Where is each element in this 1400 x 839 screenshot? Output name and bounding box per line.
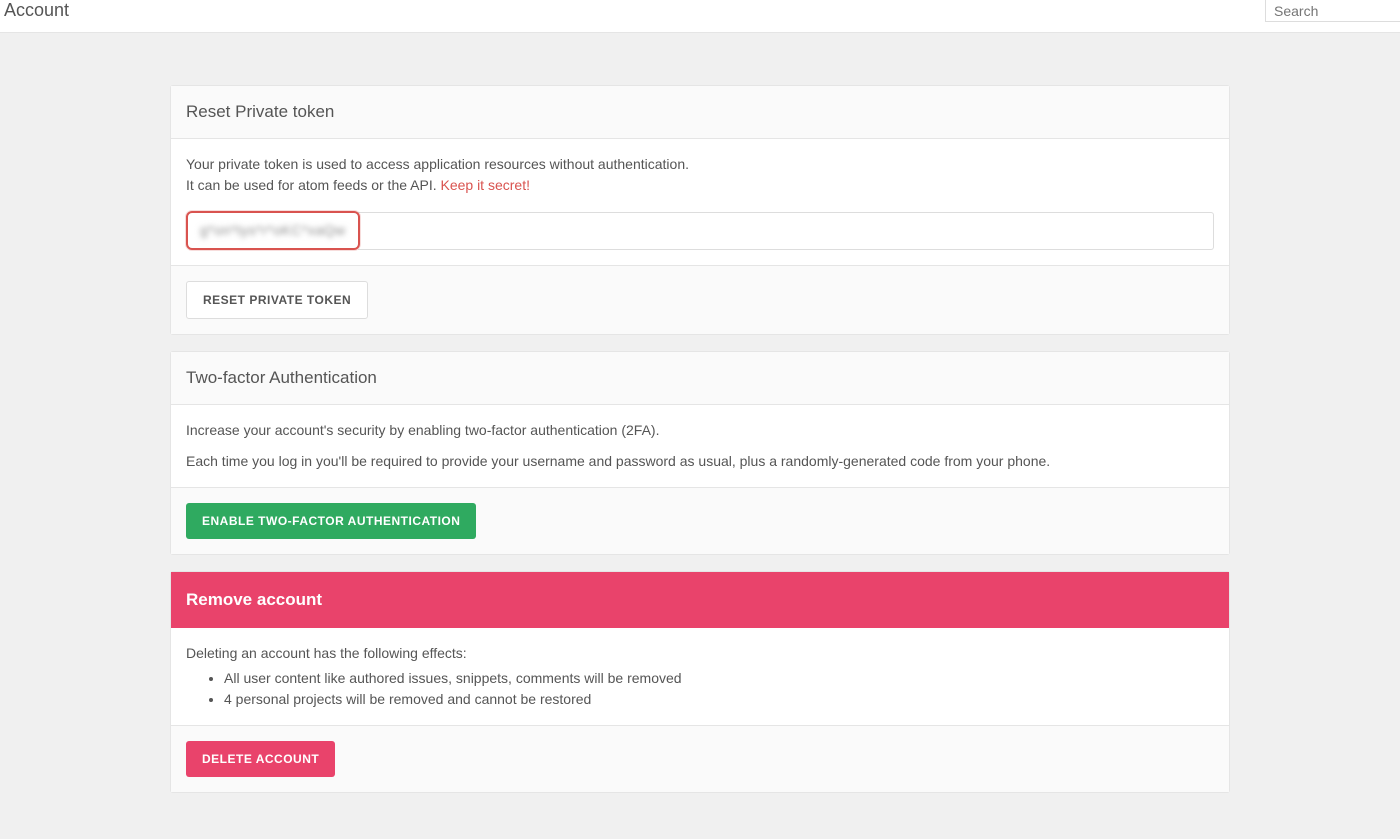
remove-effect-item: All user content like authored issues, s… — [224, 668, 1214, 689]
private-token-header: Reset Private token — [171, 86, 1229, 139]
remove-account-header: Remove account — [171, 572, 1229, 628]
remove-account-intro: Deleting an account has the following ef… — [186, 643, 1214, 664]
private-token-panel: Reset Private token Your private token i… — [170, 85, 1230, 335]
remove-account-panel: Remove account Deleting an account has t… — [170, 571, 1230, 793]
remove-account-body: Deleting an account has the following ef… — [171, 628, 1229, 726]
delete-account-button[interactable]: Delete account — [186, 741, 335, 777]
two-factor-desc2: Each time you log in you'll be required … — [186, 451, 1214, 472]
top-bar: Account — [0, 0, 1400, 33]
two-factor-body: Increase your account's security by enab… — [171, 405, 1229, 488]
private-token-footer: Reset private token — [171, 266, 1229, 334]
two-factor-desc1: Increase your account's security by enab… — [186, 420, 1214, 441]
enable-two-factor-button[interactable]: Enable Two-factor Authentication — [186, 503, 476, 539]
keep-secret-text: Keep it secret! — [440, 177, 530, 193]
token-highlight-box[interactable]: g*on*tys*r*oKC*xaQw — [186, 211, 360, 250]
remove-account-footer: Delete account — [171, 726, 1229, 792]
two-factor-footer: Enable Two-factor Authentication — [171, 488, 1229, 554]
reset-private-token-button[interactable]: Reset private token — [186, 281, 368, 319]
private-token-desc2: It can be used for atom feeds or the API… — [186, 175, 1214, 196]
two-factor-panel: Two-factor Authentication Increase your … — [170, 351, 1230, 555]
search-input[interactable] — [1265, 0, 1400, 22]
remove-effects-list: All user content like authored issues, s… — [224, 668, 1214, 710]
two-factor-header: Two-factor Authentication — [171, 352, 1229, 405]
private-token-desc1: Your private token is used to access app… — [186, 154, 1214, 175]
content-area: Reset Private token Your private token i… — [0, 33, 1400, 839]
token-input-extension[interactable] — [358, 212, 1214, 250]
remove-effect-item: 4 personal projects will be removed and … — [224, 689, 1214, 710]
token-value: g*on*tys*r*oKC*xaQw — [200, 222, 346, 238]
token-input-row: g*on*tys*r*oKC*xaQw — [186, 211, 1214, 250]
page-title: Account — [0, 0, 69, 20]
private-token-body: Your private token is used to access app… — [171, 139, 1229, 266]
